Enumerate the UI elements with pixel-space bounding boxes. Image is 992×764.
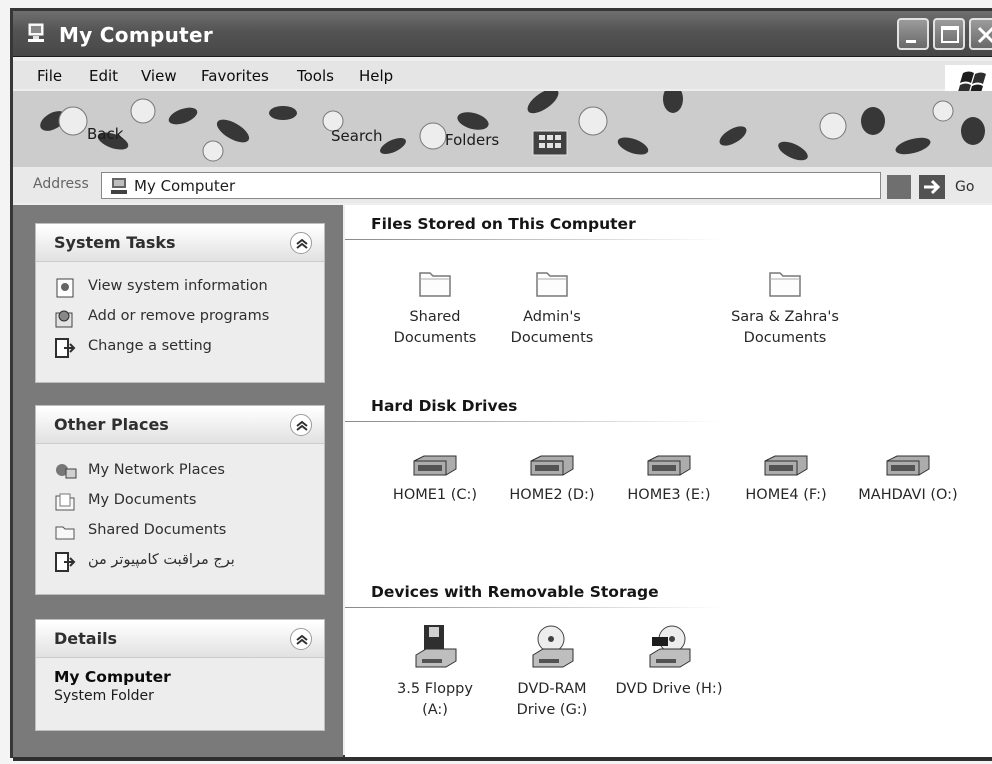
menu-view[interactable]: View (141, 67, 177, 85)
folder-icon (536, 272, 568, 297)
menu-edit[interactable]: Edit (89, 67, 118, 85)
network-places-icon (56, 464, 77, 479)
floral-skin-background (13, 91, 992, 167)
address-dropdown-button[interactable] (887, 175, 911, 199)
folder-icon (55, 526, 75, 540)
arrow-right-icon (924, 179, 941, 195)
section-title: Devices with Removable Storage (371, 583, 659, 601)
panel-title: Details (54, 629, 118, 648)
folders-button[interactable]: Folders (445, 131, 499, 149)
removable-drive-item[interactable]: DVD Drive (H:) (599, 623, 739, 700)
standard-toolbar: Back Search Folders (13, 91, 992, 167)
my-documents-icon (55, 493, 75, 511)
section-title: Files Stored on This Computer (371, 215, 636, 233)
hard-drive-icon (647, 455, 691, 476)
section-title: Hard Disk Drives (371, 397, 518, 415)
folder-item[interactable]: Admin's Documents (482, 267, 622, 349)
my-computer-window: My Computer File Edit View Favorites Too… (10, 8, 992, 761)
address-field[interactable]: My Computer (101, 172, 881, 199)
menu-favorites[interactable]: Favorites (201, 67, 269, 85)
address-bar: Address My Computer Go (13, 167, 992, 203)
back-button[interactable]: Back (87, 125, 123, 143)
collapse-icon[interactable] (290, 232, 312, 254)
computer-icon (111, 178, 127, 194)
details-type: System Folder (54, 688, 154, 704)
minimize-button[interactable] (897, 18, 929, 50)
menu-file[interactable]: File (37, 67, 62, 85)
go-label[interactable]: Go (955, 179, 974, 195)
search-button[interactable]: Search (331, 127, 383, 145)
window-title: My Computer (59, 23, 214, 47)
menu-help[interactable]: Help (359, 67, 393, 85)
address-value: My Computer (134, 177, 236, 195)
hard-drive-icon (413, 455, 457, 476)
other-places-panel: Other Places My Network Places My Docume… (35, 405, 325, 595)
window-bottom-border (13, 757, 992, 761)
system-tasks-panel: System Tasks View system information Add… (35, 223, 325, 383)
dvd-drive-icon (649, 625, 691, 668)
go-button[interactable] (919, 175, 945, 199)
drive-item[interactable]: MAHDAVI (O:) (833, 455, 983, 506)
hard-drive-icon (764, 455, 808, 476)
menu-bar: File Edit View Favorites Tools Help (13, 61, 992, 89)
hard-drive-icon (886, 455, 930, 476)
section-divider (345, 421, 745, 422)
control-panel-icon (55, 338, 76, 358)
floppy-drive-icon (415, 625, 457, 668)
panel-title: Other Places (54, 415, 169, 434)
computer-icon (28, 23, 44, 42)
add-remove-programs-icon (55, 310, 73, 328)
system-tasks-header[interactable]: System Tasks (36, 224, 324, 262)
details-header[interactable]: Details (36, 620, 324, 658)
system-info-icon (56, 278, 74, 298)
folder-icon (419, 272, 451, 297)
close-button[interactable] (969, 18, 992, 50)
panel-title: System Tasks (54, 233, 176, 252)
details-panel: Details My Computer System Folder (35, 619, 325, 731)
address-label: Address (33, 176, 89, 192)
folder-content-view: Files Stored on This Computer Shared Doc… (345, 205, 992, 757)
details-name: My Computer (54, 668, 171, 686)
hard-drive-icon (530, 455, 574, 476)
title-bar[interactable]: My Computer (13, 11, 992, 57)
folder-item[interactable]: Sara & Zahra's Documents (715, 267, 855, 349)
menu-tools[interactable]: Tools (297, 67, 334, 85)
maximize-button[interactable] (933, 18, 965, 50)
control-panel-icon (55, 552, 76, 572)
dvd-ram-drive-icon (532, 625, 574, 668)
task-pane: System Tasks View system information Add… (13, 205, 343, 757)
section-divider (345, 239, 745, 240)
other-places-header[interactable]: Other Places (36, 406, 324, 444)
folder-icon (769, 272, 801, 297)
section-divider (345, 607, 745, 608)
collapse-icon[interactable] (290, 628, 312, 650)
collapse-icon[interactable] (290, 414, 312, 436)
